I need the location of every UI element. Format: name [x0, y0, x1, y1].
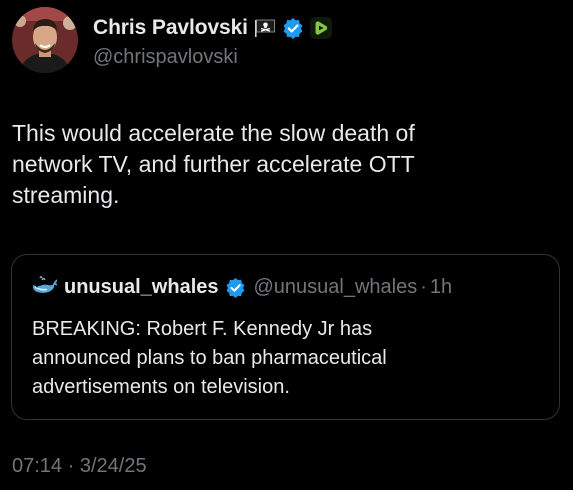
quote-separator: ·	[420, 276, 427, 298]
quote-tweet-card[interactable]: unusual_whales @unusual_whales · 1h BREA…	[11, 254, 560, 420]
tweet-timestamp[interactable]: 07:14 · 3/24/25	[12, 455, 147, 478]
tweet-text: This would accelerate the slow death of …	[12, 120, 415, 208]
timestamp-time: 07:14	[12, 455, 63, 477]
timestamp-date: 3/24/25	[79, 455, 147, 477]
author-name-row: Chris Pavlovski	[93, 13, 332, 43]
quote-time-ago[interactable]: 1h	[430, 276, 452, 299]
rumble-logo-icon[interactable]	[309, 17, 332, 39]
verified-badge-icon[interactable]	[282, 17, 304, 39]
author-info: Chris Pavlovski @chrispavlovski	[93, 13, 332, 69]
author-avatar[interactable]	[12, 7, 78, 73]
pirate-flag-icon	[254, 18, 276, 38]
timestamp-separator: ·	[67, 455, 75, 477]
quote-tweet-text: BREAKING: Robert F. Kennedy Jr has annou…	[32, 318, 387, 398]
quote-author-handle[interactable]: @unusual_whales	[254, 276, 418, 299]
quote-tweet-header: unusual_whales @unusual_whales · 1h	[31, 275, 452, 300]
whale-icon	[31, 275, 58, 300]
author-display-name[interactable]: Chris Pavlovski	[93, 16, 248, 40]
verified-badge-icon[interactable]	[225, 277, 246, 298]
quote-author-name[interactable]: unusual_whales	[64, 276, 219, 299]
author-handle[interactable]: @chrispavlovski	[93, 46, 332, 69]
